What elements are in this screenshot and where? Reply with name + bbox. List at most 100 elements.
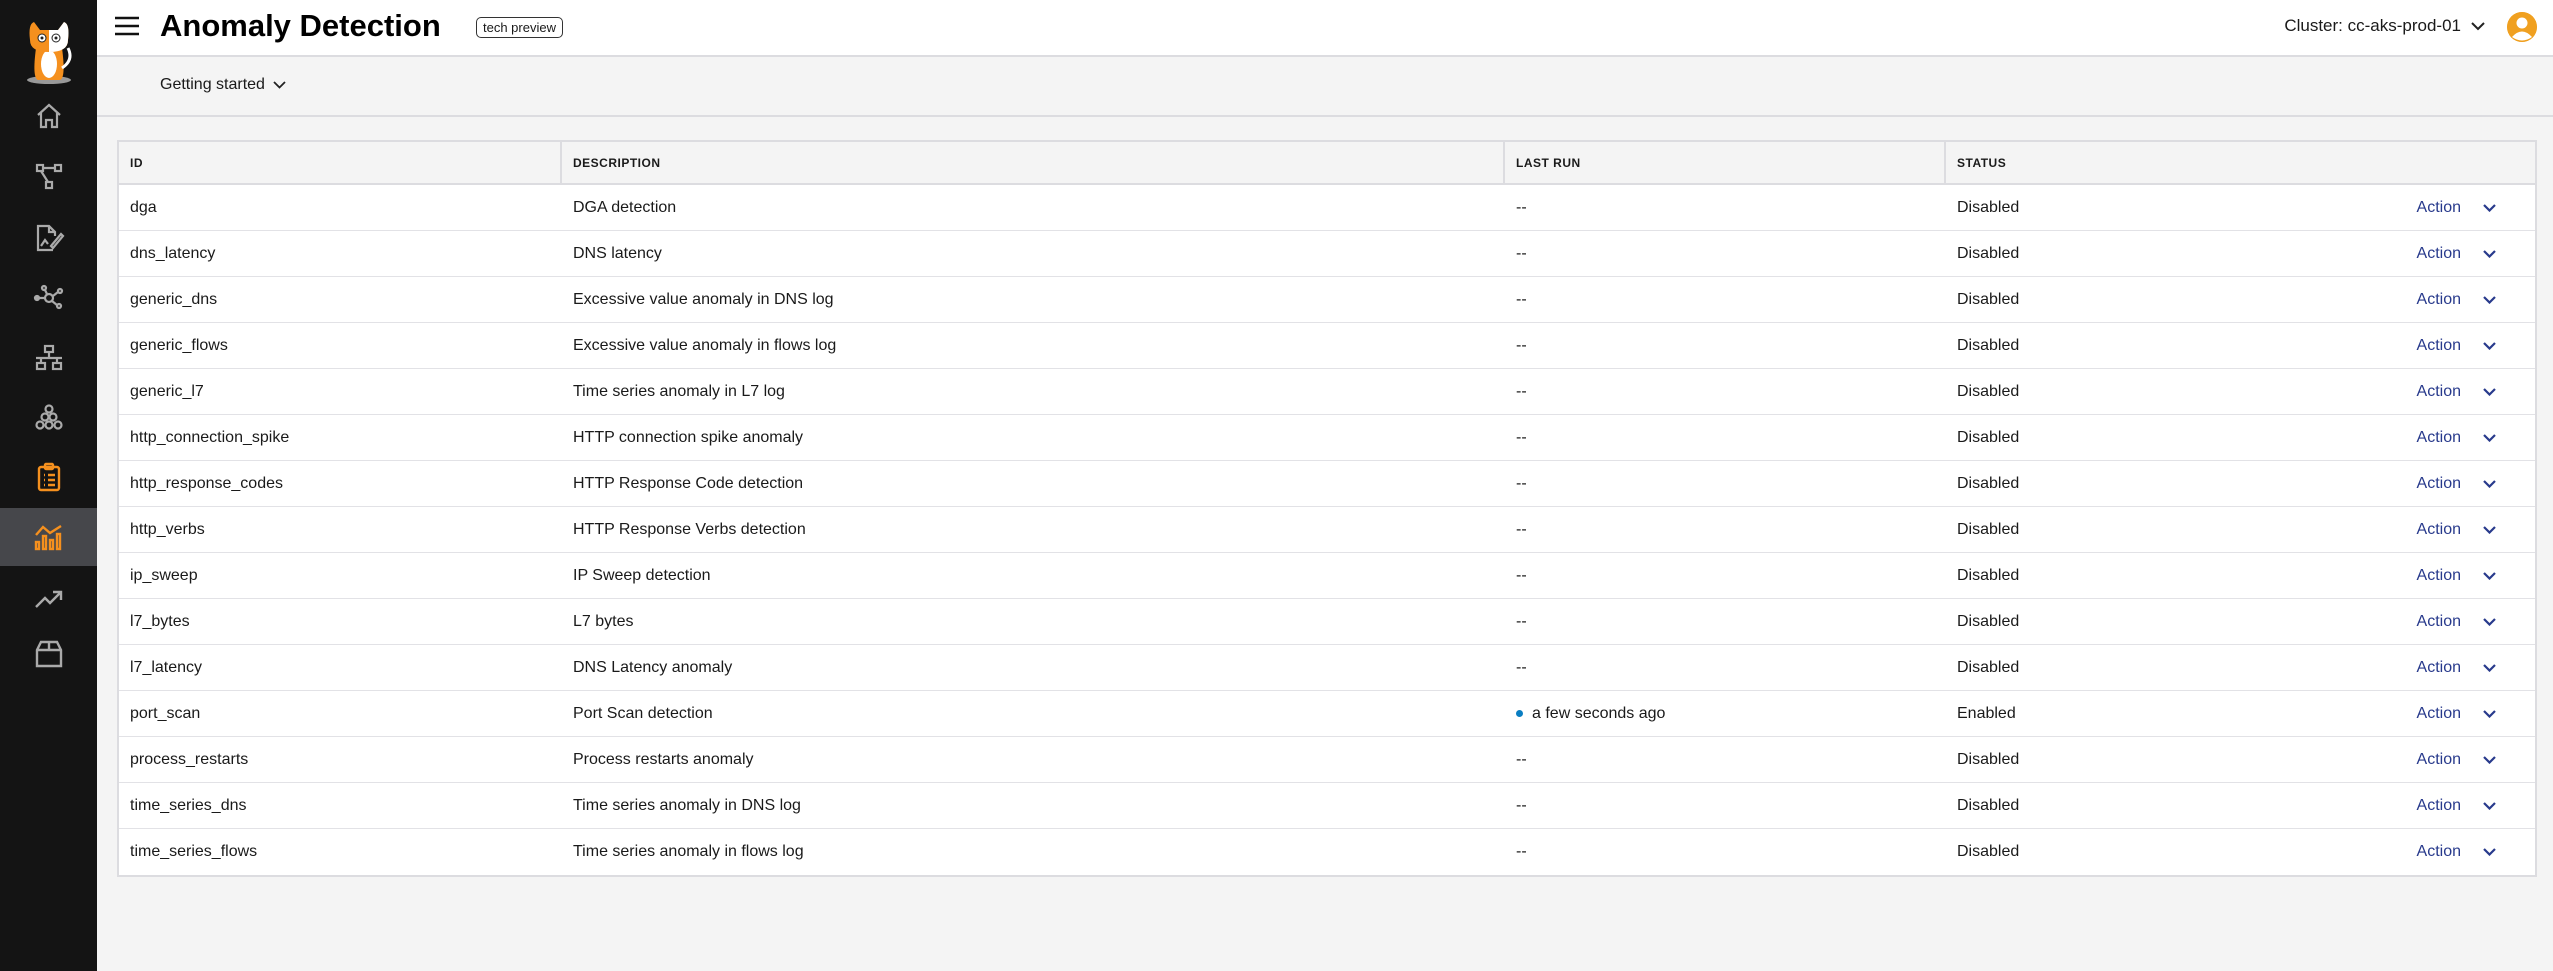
- column-header-status[interactable]: STATUS: [1946, 142, 2535, 183]
- last-run-text: --: [1516, 520, 1527, 538]
- page-title: Anomaly Detection: [160, 8, 441, 43]
- cell-status: Disabled Action: [1946, 415, 2535, 460]
- action-label: Action: [2416, 796, 2461, 814]
- status-text: Disabled: [1957, 566, 2020, 584]
- status-text: Disabled: [1957, 796, 2020, 814]
- status-text: Disabled: [1957, 750, 2020, 768]
- cell-last-run: --: [1505, 369, 1946, 414]
- cell-status: Disabled Action: [1946, 553, 2535, 598]
- user-avatar-icon[interactable]: [2507, 12, 2537, 42]
- status-text: Disabled: [1957, 612, 2020, 630]
- nav-flow[interactable]: [0, 147, 97, 205]
- cell-description: Excessive value anomaly in DNS log: [573, 290, 834, 308]
- cell-description: DNS Latency anomaly: [573, 658, 733, 676]
- hamburger-menu-icon[interactable]: [115, 16, 139, 36]
- cell-status: Disabled Action: [1946, 185, 2535, 230]
- cell-status: Disabled Action: [1946, 599, 2535, 644]
- table-row: l7_latency DNS Latency anomaly -- Disabl…: [119, 645, 2535, 691]
- cell-status: Disabled Action: [1946, 507, 2535, 552]
- action-dropdown[interactable]: Action: [2417, 843, 2524, 861]
- action-dropdown[interactable]: Action: [2417, 245, 2524, 263]
- status-text: Disabled: [1957, 198, 2020, 216]
- cell-id: process_restarts: [130, 750, 249, 768]
- chevron-down-icon: [2483, 848, 2496, 856]
- nav-reports[interactable]: [0, 209, 97, 267]
- tech-preview-badge: tech preview: [476, 17, 563, 38]
- action-dropdown[interactable]: Action: [2417, 429, 2524, 447]
- cell-id: l7_bytes: [130, 612, 190, 630]
- cell-last-run: a few seconds ago: [1505, 691, 1946, 736]
- cell-last-run: --: [1505, 645, 1946, 690]
- action-label: Action: [2416, 290, 2461, 308]
- getting-started-label: Getting started: [160, 76, 265, 93]
- cat-logo[interactable]: [24, 18, 74, 84]
- nav-cluster[interactable]: [0, 389, 97, 447]
- action-dropdown[interactable]: Action: [2417, 567, 2524, 585]
- action-dropdown[interactable]: Action: [2417, 291, 2524, 309]
- action-dropdown[interactable]: Action: [2417, 751, 2524, 769]
- sub-toolbar: Getting started: [97, 57, 2553, 117]
- cell-last-run: --: [1505, 461, 1946, 506]
- cell-status: Disabled Action: [1946, 231, 2535, 276]
- graph-icon: [33, 284, 63, 310]
- chevron-down-icon: [2483, 525, 2496, 534]
- action-dropdown[interactable]: Action: [2417, 705, 2524, 723]
- cell-description: DNS latency: [573, 244, 662, 262]
- nav-trends[interactable]: [0, 570, 97, 628]
- status-text: Disabled: [1957, 290, 2020, 308]
- chevron-down-icon: [2483, 341, 2496, 350]
- table-header: ID DESCRIPTION LAST RUN STATUS: [119, 142, 2535, 185]
- column-header-id[interactable]: ID: [119, 142, 562, 183]
- cell-description: HTTP connection spike anomaly: [573, 428, 804, 446]
- table-row: dns_latency DNS latency -- Disabled Acti…: [119, 231, 2535, 277]
- cell-status: Disabled Action: [1946, 737, 2535, 782]
- top-header: Anomaly Detection tech preview Cluster: …: [97, 0, 2553, 57]
- action-dropdown[interactable]: Action: [2417, 199, 2524, 217]
- last-run-text: --: [1516, 750, 1527, 768]
- action-dropdown[interactable]: Action: [2417, 383, 2524, 401]
- column-header-last-run[interactable]: LAST RUN: [1505, 142, 1946, 183]
- table-row: http_response_codes HTTP Response Code d…: [119, 461, 2535, 507]
- chevron-down-icon: [2471, 21, 2485, 30]
- nav-packages[interactable]: [0, 625, 97, 683]
- action-label: Action: [2416, 704, 2461, 722]
- getting-started-dropdown[interactable]: Getting started: [160, 76, 286, 94]
- cell-id: generic_flows: [130, 336, 228, 354]
- table-row: http_verbs HTTP Response Verbs detection…: [119, 507, 2535, 553]
- cluster-selector[interactable]: Cluster: cc-aks-prod-01: [2284, 16, 2485, 36]
- cell-description: IP Sweep detection: [573, 566, 711, 584]
- nav-graph[interactable]: [0, 269, 97, 327]
- cell-last-run: --: [1505, 599, 1946, 644]
- trend-icon: [34, 590, 62, 608]
- nav-anomaly-detection[interactable]: [0, 508, 97, 566]
- action-dropdown[interactable]: Action: [2417, 797, 2524, 815]
- cell-last-run: --: [1505, 507, 1946, 552]
- action-label: Action: [2416, 566, 2461, 584]
- last-run-text: --: [1516, 382, 1527, 400]
- nav-home[interactable]: [0, 87, 97, 145]
- cell-description: Process restarts anomaly: [573, 750, 754, 768]
- nav-clipboard[interactable]: [0, 448, 97, 506]
- action-dropdown[interactable]: Action: [2417, 521, 2524, 539]
- table-row: generic_flows Excessive value anomaly in…: [119, 323, 2535, 369]
- chevron-down-icon: [2483, 663, 2496, 672]
- cell-status: Disabled Action: [1946, 277, 2535, 322]
- status-text: Disabled: [1957, 428, 2020, 446]
- action-label: Action: [2416, 382, 2461, 400]
- anomaly-detectors-table: ID DESCRIPTION LAST RUN STATUS dga DGA d…: [117, 140, 2537, 877]
- action-label: Action: [2416, 658, 2461, 676]
- last-run-text: --: [1516, 474, 1527, 492]
- nav-network[interactable]: [0, 329, 97, 387]
- last-run-text: --: [1516, 428, 1527, 446]
- action-dropdown[interactable]: Action: [2417, 337, 2524, 355]
- last-run-text: --: [1516, 566, 1527, 584]
- last-run-text: --: [1516, 244, 1527, 262]
- chevron-down-icon: [2483, 709, 2496, 718]
- column-header-description[interactable]: DESCRIPTION: [562, 142, 1505, 183]
- action-dropdown[interactable]: Action: [2417, 613, 2524, 631]
- cell-status: Disabled Action: [1946, 369, 2535, 414]
- last-run-text: --: [1516, 290, 1527, 308]
- action-dropdown[interactable]: Action: [2417, 475, 2524, 493]
- action-dropdown[interactable]: Action: [2417, 659, 2524, 677]
- flow-icon: [35, 163, 62, 190]
